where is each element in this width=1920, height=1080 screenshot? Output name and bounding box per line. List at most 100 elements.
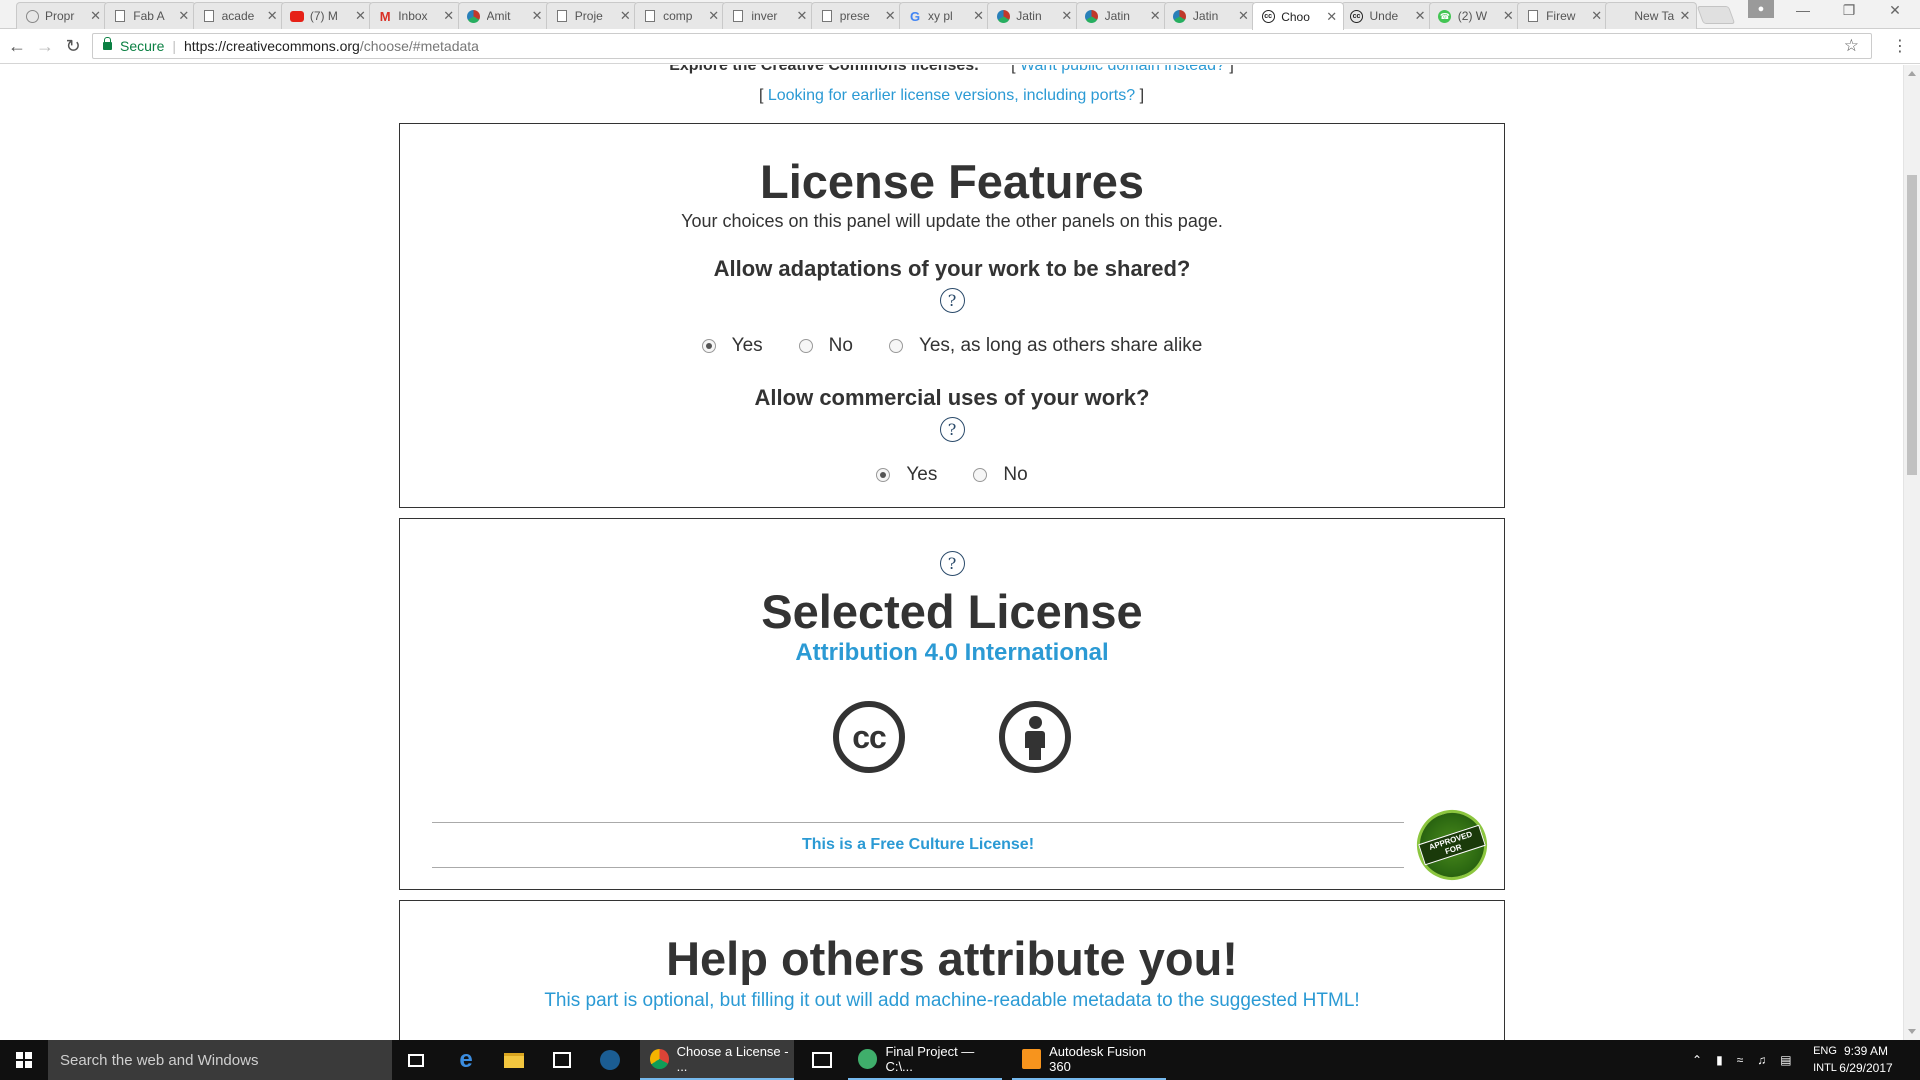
commercial-help-icon[interactable]: ? [939, 417, 965, 442]
tray-chevron-icon[interactable]: ⌃ [1692, 1053, 1702, 1067]
earlier-versions-line: [ Looking for earlier license versions, … [758, 87, 1145, 104]
new-tab-button[interactable] [1696, 6, 1736, 24]
tab-title: Jatin [1104, 9, 1130, 23]
address-bar[interactable]: Secure | https://creativecommons.org/cho… [92, 33, 1872, 59]
edge-icon[interactable]: e [442, 1040, 490, 1080]
doc-icon [113, 9, 127, 23]
reload-button[interactable]: ↻ [62, 34, 84, 58]
wifi-icon[interactable]: ≈ [1737, 1053, 1744, 1067]
windows-logo-icon [16, 1052, 32, 1068]
tab-close-icon[interactable]: ✕ [885, 8, 896, 24]
browser-tab[interactable]: M Inbox ✕ [369, 2, 462, 29]
tab-close-icon[interactable]: ✕ [796, 8, 807, 24]
github-icon [1173, 9, 1187, 23]
free-culture-link[interactable]: This is a Free Culture License! [802, 836, 1034, 854]
selected-license-help-icon[interactable]: ? [939, 551, 965, 576]
tab-close-icon[interactable]: ✕ [1415, 8, 1426, 24]
browser-tab[interactable]: Jatin ✕ [1163, 2, 1256, 29]
tab-close-icon[interactable]: ✕ [1150, 8, 1161, 24]
adaptations-option[interactable]: Yes [701, 335, 763, 357]
selected-license-name[interactable]: Attribution 4.0 International [400, 639, 1504, 667]
photos-icon[interactable] [798, 1040, 846, 1080]
steam-icon[interactable] [586, 1040, 634, 1080]
adaptations-option[interactable]: Yes, as long as others share alike [888, 335, 1202, 357]
tab-close-icon[interactable]: ✕ [1503, 8, 1514, 24]
tab-close-icon[interactable]: ✕ [1061, 8, 1072, 24]
browser-tab[interactable]: Jatin ✕ [1075, 2, 1168, 29]
tab-close-icon[interactable]: ✕ [90, 8, 101, 24]
taskbar-app-label: Final Project — C:\... [885, 1044, 975, 1074]
tab-close-icon[interactable]: ✕ [178, 8, 189, 24]
notifications-icon[interactable]: ▤ [1780, 1053, 1791, 1067]
tab-close-icon[interactable]: ✕ [1238, 8, 1249, 24]
scrollbar-thumb[interactable] [1907, 175, 1917, 475]
close-window-button[interactable]: ✕ [1872, 2, 1918, 19]
browser-tab[interactable]: Fab A ✕ [104, 2, 197, 29]
browser-tab[interactable]: Jatin ✕ [987, 2, 1080, 29]
browser-tab[interactable]: cc Choo ✕ [1252, 2, 1345, 30]
tab-close-icon[interactable]: ✕ [1679, 8, 1690, 24]
tab-close-icon[interactable]: ✕ [267, 8, 278, 24]
browser-tab[interactable]: comp ✕ [634, 2, 727, 29]
commercial-option[interactable]: Yes [876, 464, 937, 486]
page-scrollbar[interactable] [1903, 65, 1920, 1040]
store-icon[interactable] [538, 1040, 586, 1080]
adaptations-radio[interactable] [798, 339, 813, 353]
browser-tab[interactable]: cc Unde ✕ [1340, 2, 1433, 29]
profile-icon[interactable]: ● [1748, 0, 1774, 18]
taskbar-atom-app[interactable]: Final Project — C:\... [848, 1040, 1002, 1080]
tab-close-icon[interactable]: ✕ [708, 8, 719, 24]
scroll-up-icon[interactable] [1908, 71, 1916, 76]
browser-tab[interactable]: inver ✕ [722, 2, 815, 29]
taskbar-search[interactable]: Search the web and Windows [48, 1040, 392, 1080]
browser-tab[interactable]: Firew ✕ [1517, 2, 1610, 29]
adaptations-radio[interactable] [888, 339, 903, 353]
adaptations-option-label: No [828, 335, 853, 356]
taskbar-fusion-app[interactable]: Autodesk Fusion 360 [1012, 1040, 1166, 1080]
browser-tab[interactable]: prese ✕ [810, 2, 903, 29]
commercial-option[interactable]: No [973, 464, 1028, 486]
attribute-panel: Help others attribute you! This part is … [399, 900, 1505, 1040]
free-culture-seal-icon: APPROVED FOR [1407, 800, 1497, 890]
adaptations-help-icon[interactable]: ? [939, 288, 965, 313]
browser-tab[interactable]: (7) M ✕ [280, 2, 373, 29]
task-view-icon[interactable] [392, 1040, 440, 1080]
browser-tab[interactable]: ☎ (2) W ✕ [1428, 2, 1521, 29]
tab-title: Choo [1281, 9, 1310, 24]
scroll-down-icon[interactable] [1908, 1029, 1916, 1034]
file-explorer-icon[interactable] [490, 1040, 538, 1080]
tab-close-icon[interactable]: ✕ [532, 8, 543, 24]
adaptations-radio[interactable] [701, 339, 716, 353]
forward-button[interactable]: → [34, 34, 56, 58]
commercial-radio[interactable] [876, 468, 891, 482]
minimize-button[interactable]: — [1780, 2, 1826, 18]
volume-icon[interactable]: ♫ [1757, 1053, 1766, 1067]
tab-close-icon[interactable]: ✕ [620, 8, 631, 24]
tab-close-icon[interactable]: ✕ [443, 8, 454, 24]
taskbar-chrome-app[interactable]: Choose a License - ... [640, 1040, 794, 1080]
github-icon [996, 9, 1010, 23]
cc-icon: cc [1350, 9, 1364, 23]
tab-close-icon[interactable]: ✕ [355, 8, 366, 24]
browser-tab[interactable]: Amit ✕ [457, 2, 550, 29]
browser-tab[interactable]: acade ✕ [192, 2, 285, 29]
browser-tab[interactable]: Gxy pl ✕ [899, 2, 991, 29]
browser-tab[interactable]: Propr ✕ [16, 2, 108, 29]
tab-close-icon[interactable]: ✕ [1326, 9, 1337, 25]
menu-icon[interactable]: ⋮ [1892, 36, 1908, 56]
tab-close-icon[interactable]: ✕ [1591, 8, 1602, 24]
browser-tab[interactable]: New Tab ✕ [1605, 2, 1698, 29]
public-domain-link[interactable]: Want public domain instead? [1020, 65, 1225, 74]
battery-icon[interactable]: ▮ [1716, 1053, 1723, 1067]
bookmark-star-icon[interactable]: ☆ [1844, 36, 1859, 56]
browser-tab[interactable]: Proje ✕ [545, 2, 638, 29]
back-button[interactable]: ← [6, 34, 28, 58]
adaptations-option[interactable]: No [798, 335, 853, 357]
system-clock[interactable]: 9:39 AM 6/29/2017 [1834, 1043, 1898, 1077]
restore-button[interactable]: ❐ [1826, 2, 1872, 19]
earlier-versions-link[interactable]: Looking for earlier license versions, in… [768, 87, 1135, 104]
start-button[interactable] [0, 1040, 48, 1080]
tab-close-icon[interactable]: ✕ [973, 8, 984, 24]
ph-icon [25, 9, 39, 23]
commercial-radio[interactable] [973, 468, 988, 482]
